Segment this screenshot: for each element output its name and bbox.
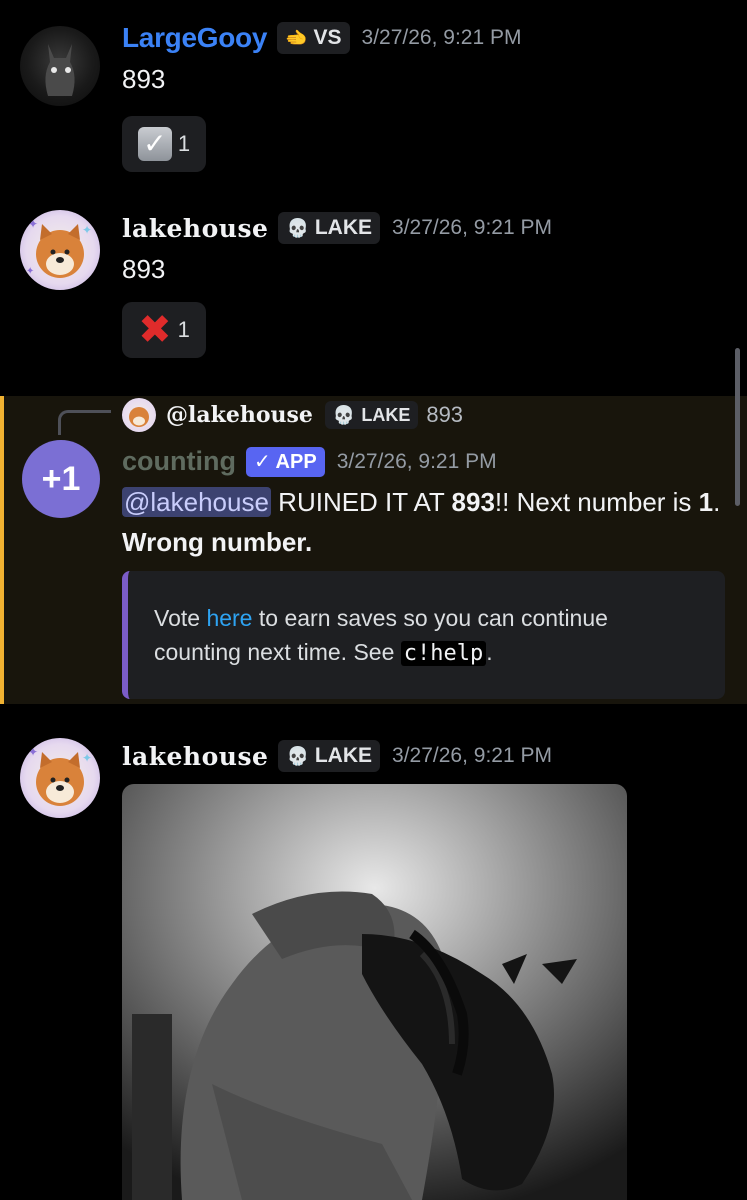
svg-text:✦: ✦ <box>28 217 38 231</box>
message-header: LargeGooy 🫲 VS 3/27/26, 9:21 PM <box>122 22 522 54</box>
reason-text: Wrong number. <box>122 527 313 557</box>
reply-text: 893 <box>426 402 464 427</box>
next-number: 1 <box>698 487 714 517</box>
reaction-count: 1 <box>177 317 190 342</box>
guild-tag[interactable]: 💀 LAKE <box>278 212 381 244</box>
avatar-image <box>45 44 75 96</box>
message-content: 893 <box>122 254 166 284</box>
scrollbar[interactable] <box>735 348 740 506</box>
svg-text:✦: ✦ <box>82 751 92 765</box>
reaction-count: 1 <box>177 131 191 156</box>
ruined-number: 893 <box>451 487 495 517</box>
timestamp: 3/27/26, 9:21 PM <box>336 449 497 473</box>
message-header: lakehouse 💀 LAKE 3/27/26, 9:21 PM <box>122 740 552 772</box>
username[interactable]: LargeGooy <box>122 22 267 54</box>
timestamp: 3/27/26, 9:21 PM <box>392 744 552 767</box>
embed-text: . <box>486 639 493 665</box>
wave-icon: 🫲 <box>285 27 308 48</box>
guild-tag-label: VS <box>313 26 342 49</box>
avatar[interactable] <box>20 26 100 106</box>
username[interactable]: lakehouse <box>122 742 268 771</box>
reply-connector <box>58 410 111 435</box>
app-badge: ✓ APP <box>245 446 325 477</box>
username[interactable]: counting <box>122 446 236 477</box>
reply-username[interactable]: @lakehouse <box>166 402 313 428</box>
avatar[interactable]: ✦ ✦ <box>20 738 100 818</box>
reaction-button[interactable]: ✓ 1 <box>122 116 206 172</box>
command-code: c!help <box>400 641 487 666</box>
message-header: counting ✓ APP 3/27/26, 9:21 PM <box>122 446 497 477</box>
reply-preview[interactable]: @lakehouse 💀 LAKE 893 <box>122 398 463 432</box>
message-content: @lakehouse RUINED IT AT 893!! Next numbe… <box>122 482 722 562</box>
embed: Vote here to earn saves so you can conti… <box>122 571 725 699</box>
message-content: 893 <box>122 64 166 94</box>
text-segment: RUINED IT AT <box>270 487 452 517</box>
svg-text:✦: ✦ <box>28 745 38 759</box>
chat-view: LargeGooy 🫲 VS 3/27/26, 9:21 PM 893 ✓ 1 … <box>0 0 747 1200</box>
text-segment: !! Next number is <box>494 487 699 517</box>
svg-text:✦: ✦ <box>82 223 92 237</box>
timestamp: 3/27/26, 9:21 PM <box>361 26 522 49</box>
message-header: lakehouse 💀 LAKE 3/27/26, 9:21 PM <box>122 212 552 244</box>
skull-icon: 💀 <box>332 404 356 425</box>
timestamp: 3/27/26, 9:21 PM <box>392 216 552 239</box>
guild-tag[interactable]: 💀 LAKE <box>324 401 419 429</box>
image-attachment[interactable] <box>122 784 627 1200</box>
avatar-image: ✦ ✦ <box>28 745 92 806</box>
horse-head-person-image <box>122 784 627 1200</box>
username[interactable]: lakehouse <box>122 214 268 243</box>
guild-tag[interactable]: 🫲 VS <box>277 22 350 54</box>
cross-mark-icon: ✖ <box>138 308 172 352</box>
skull-icon: 💀 <box>286 217 309 238</box>
guild-tag-label: LAKE <box>361 404 411 425</box>
user-mention[interactable]: @lakehouse <box>122 487 271 517</box>
avatar[interactable]: ✦ ✦ ✦ <box>20 210 100 290</box>
bot-avatar[interactable]: +1 <box>22 440 100 518</box>
embed-text: Vote <box>154 605 207 631</box>
avatar-image: ✦ ✦ ✦ <box>26 217 92 278</box>
reaction-button[interactable]: ✖ 1 <box>122 302 206 358</box>
reply-avatar <box>122 398 156 432</box>
skull-icon: 💀 <box>286 745 309 766</box>
text-segment: . <box>713 487 721 517</box>
svg-text:✦: ✦ <box>26 266 34 277</box>
guild-tag-label: LAKE <box>314 216 373 239</box>
vote-link[interactable]: here <box>206 605 252 631</box>
checkmark-box-icon: ✓ <box>137 127 172 161</box>
guild-tag[interactable]: 💀 LAKE <box>278 740 381 772</box>
guild-tag-label: LAKE <box>314 744 373 767</box>
